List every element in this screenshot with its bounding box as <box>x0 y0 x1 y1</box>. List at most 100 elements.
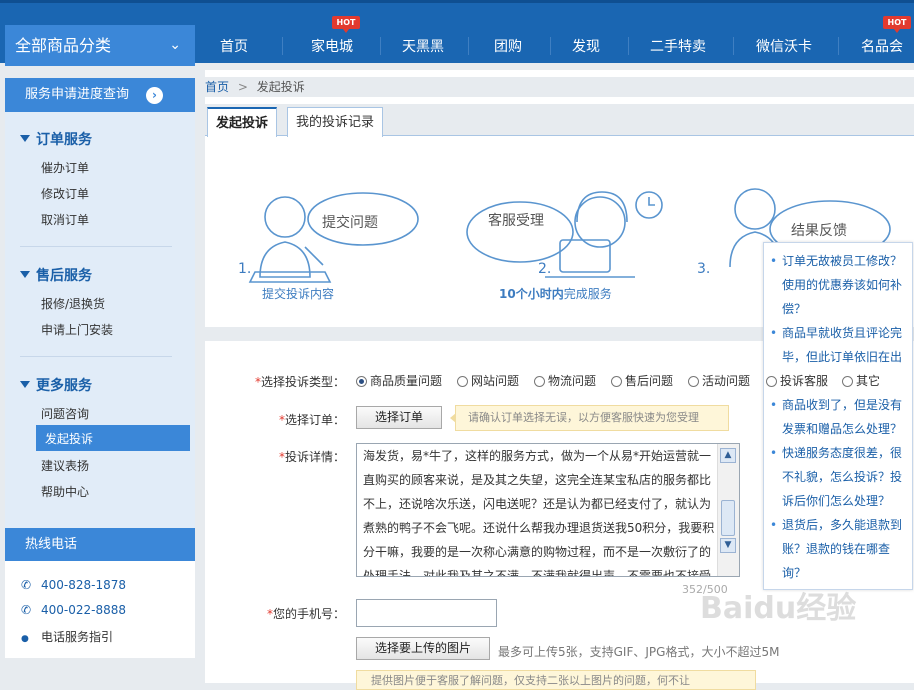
select-order-label: *选择订单： <box>278 413 345 427</box>
select-order-button[interactable]: 选择订单 <box>356 406 442 429</box>
order-tip: 请确认订单选择无误，以方便客服快速为您受理 <box>450 405 729 431</box>
arrow-right-icon: › <box>146 87 163 104</box>
hotline-title: 热线电话 <box>5 528 195 561</box>
nav-separator <box>733 37 734 55</box>
sidebar-item-help-center[interactable]: 帮助中心 <box>41 483 89 500</box>
scroll-up-icon[interactable]: ▲ <box>720 448 736 463</box>
section-title: 更多服务 <box>36 378 92 394</box>
triangle-down-icon <box>20 381 30 388</box>
phone-line-1: ✆ 400-828-1878 <box>21 578 126 592</box>
phone-label: *您的手机号： <box>266 607 345 621</box>
sidebar-divider <box>20 246 172 247</box>
nav-home[interactable]: 首页 <box>205 25 263 66</box>
label-text: 投诉详情： <box>284 450 345 464</box>
sidebar-item-consult[interactable]: 问题咨询 <box>41 405 89 422</box>
radio-unchecked-icon <box>688 376 699 387</box>
phone-input[interactable] <box>356 599 497 627</box>
all-categories-button[interactable]: 全部商品分类 ⌄ <box>5 25 195 66</box>
phone-icon: ✆ <box>21 603 32 617</box>
nav-discover[interactable]: 发现 <box>560 25 612 66</box>
phone-guide-link[interactable]: ● 电话服务指引 <box>21 628 113 645</box>
label-text: 您的手机号： <box>272 607 345 621</box>
breadcrumb: 首页 > 发起投诉 <box>205 77 914 97</box>
radio-activity[interactable]: 活动问题 <box>688 373 750 389</box>
faq-item[interactable]: 退货后，多久能退款到账？退款的钱在哪查询？ <box>770 513 910 585</box>
sidebar-item-modify-order[interactable]: 修改订单 <box>41 185 89 202</box>
scroll-down-icon[interactable]: ▼ <box>720 538 736 553</box>
step1-bubble: 提交问题 <box>322 215 378 231</box>
progress-query-label: 服务申请进度查询 <box>25 87 130 102</box>
section-more-services[interactable]: 更多服务 <box>20 375 92 395</box>
faq-text: 退货后，多久能退款到账？退款的钱在哪查询？ <box>782 518 903 580</box>
radio-website[interactable]: 网站问题 <box>457 373 519 389</box>
chevron-down-icon: ⌄ <box>169 37 181 53</box>
radio-quality[interactable]: 商品质量问题 <box>356 373 442 389</box>
sidebar-item-repair-return[interactable]: 报修/退换货 <box>41 295 105 312</box>
breadcrumb-home[interactable]: 首页 <box>205 80 229 94</box>
radio-unchecked-icon <box>611 376 622 387</box>
nav-wechat-card[interactable]: 微信沃卡 <box>746 25 822 66</box>
hotline-panel: 热线电话 ✆ 400-828-1878 ✆ 400-022-8888 ● 电话服务指引 <box>5 528 195 658</box>
nav-second-hand[interactable]: 二手特卖 <box>640 25 716 66</box>
hot-badge: HOT <box>883 16 911 33</box>
step2-caption-bold: 10个小时内 <box>499 287 564 301</box>
triangle-down-icon <box>20 135 30 142</box>
radio-label: 活动问题 <box>702 374 751 388</box>
top-navigation: 全部商品分类 ⌄ 首页 家电城 HOT 天黑黑 团购 发现 二手特卖 微信沃卡 … <box>0 0 914 66</box>
phone-line-2: ✆ 400-022-8888 <box>21 603 126 617</box>
phone-number: 400-828-1878 <box>41 578 127 592</box>
label-text: 选择投诉类型： <box>260 375 345 389</box>
textarea-scrollbar[interactable]: ▲ ▼ <box>717 444 739 576</box>
complaint-type-label: *选择投诉类型： <box>254 375 345 389</box>
nav-appliances[interactable]: 家电城 <box>298 25 366 66</box>
sidebar-item-urge-order[interactable]: 催办订单 <box>41 159 89 176</box>
sidebar-item-suggestion[interactable]: 建议表扬 <box>41 457 89 474</box>
nav-separator <box>380 37 381 55</box>
upload-note: 最多可上传5张，支持GIF、JPG格式，大小不超过5M <box>498 645 780 659</box>
sidebar-item-installation[interactable]: 申请上门安装 <box>41 321 113 338</box>
sidebar-item-cancel-order[interactable]: 取消订单 <box>41 211 89 228</box>
faq-item[interactable]: 快递服务态度很差，很不礼貌，怎么投诉？投诉后你们怎么处理？ <box>770 441 910 513</box>
upload-image-button[interactable]: 选择要上传的图片 <box>356 637 490 660</box>
radio-customer-service[interactable]: 投诉客服 <box>766 373 829 389</box>
breadcrumb-current: 发起投诉 <box>256 80 305 94</box>
detail-label: *投诉详情： <box>278 450 345 464</box>
nav-tianheihei[interactable]: 天黑黑 <box>391 25 455 66</box>
nav-brand-club[interactable]: 名品会 <box>850 25 914 66</box>
faq-text: 订单无故被员工修改？使用的优惠券该如何补偿？ <box>782 254 903 316</box>
step1-number: 1. <box>238 261 252 277</box>
nav-separator <box>468 37 469 55</box>
complaint-detail-textarea[interactable]: 海发货，易*牛了，这样的服务方式，做为一个从易*开始运营就一直购买的顾客来说，是… <box>356 443 740 577</box>
phone-guide-label: 电话服务指引 <box>41 630 114 644</box>
radio-logistics[interactable]: 物流问题 <box>534 373 596 389</box>
label-text: 选择订单： <box>284 413 345 427</box>
step3-bubble: 结果反馈 <box>791 223 847 239</box>
nav-groupbuy[interactable]: 团购 <box>480 25 536 66</box>
faq-item[interactable]: 商品收到了，但是没有发票和赠品怎么处理？ <box>770 393 910 441</box>
section-title: 订单服务 <box>36 132 92 148</box>
phone-icon: ✆ <box>21 578 32 592</box>
tab-complaint-records[interactable]: 我的投诉记录 <box>287 107 384 137</box>
faq-item[interactable]: 订单无故被员工修改？使用的优惠券该如何补偿？ <box>770 249 910 321</box>
sidebar-item-complaint[interactable]: 发起投诉 <box>36 425 190 451</box>
radio-unchecked-icon <box>534 376 545 387</box>
radio-label: 其它 <box>856 374 881 388</box>
progress-query-link[interactable]: 服务申请进度查询 › <box>5 78 195 112</box>
section-after-sales[interactable]: 售后服务 <box>20 265 92 285</box>
section-order-service[interactable]: 订单服务 <box>20 129 92 149</box>
step2-bubble: 客服受理 <box>488 213 544 229</box>
radio-unchecked-icon <box>842 376 853 387</box>
scroll-thumb[interactable] <box>721 500 735 536</box>
faq-popup: 订单无故被员工修改？使用的优惠券该如何补偿？ 商品早就收货且评论完毕，但此订单依… <box>763 242 913 590</box>
radio-unchecked-icon <box>766 376 777 387</box>
section-title: 售后服务 <box>36 268 92 284</box>
hot-badge: HOT <box>332 16 360 33</box>
upload-tip: 提供图片便于客服了解问题，仅支持二张以上图片的问题，何不让 <box>356 670 756 690</box>
faq-text: 快递服务态度很差，很不礼貌，怎么投诉？投诉后你们怎么处理？ <box>782 446 903 508</box>
nav-separator <box>838 37 839 55</box>
radio-other[interactable]: 其它 <box>842 373 881 389</box>
phone-number: 400-022-8888 <box>41 603 127 617</box>
tab-file-complaint[interactable]: 发起投诉 <box>207 107 278 137</box>
radio-after-sales[interactable]: 售后问题 <box>611 373 673 389</box>
all-categories-label: 全部商品分类 <box>15 36 112 55</box>
